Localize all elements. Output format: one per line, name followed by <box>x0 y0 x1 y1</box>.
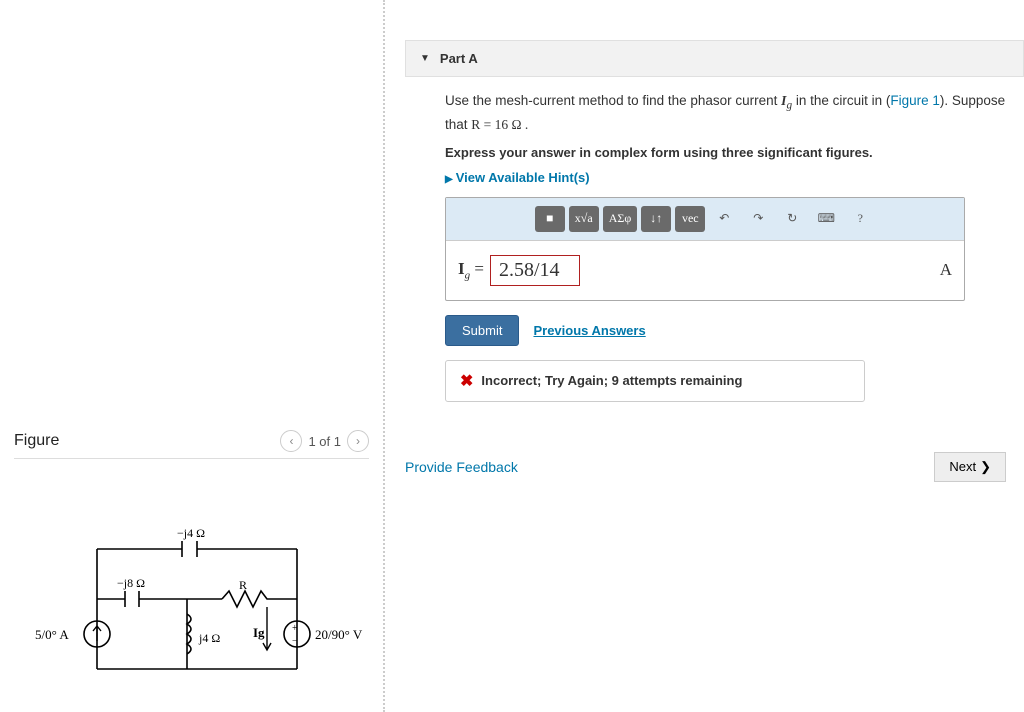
part-header[interactable]: ▼ Part A <box>405 40 1024 77</box>
label-top-cap: −j4 Ω <box>177 526 205 540</box>
figure-header: Figure ‹ 1 of 1 › <box>14 430 369 459</box>
provide-feedback-link[interactable]: Provide Feedback <box>405 459 518 475</box>
next-button[interactable]: Next ❯ <box>934 452 1006 482</box>
submit-row: Submit Previous Answers <box>445 315 1024 346</box>
caret-down-icon: ▼ <box>420 53 430 64</box>
feedback-box: ✖ Incorrect; Try Again; 9 attempts remai… <box>445 360 865 402</box>
label-src-right: 20/90° V <box>315 627 363 642</box>
previous-answers-link[interactable]: Previous Answers <box>533 323 645 338</box>
footer-row: Provide Feedback Next ❯ <box>405 452 1024 482</box>
answer-toolbar: ■ x√a ΑΣφ ↓↑ vec ↶ ↷ ↻ ⌨ ? <box>446 198 964 241</box>
answer-line: Ig = 2.58/14 A <box>446 241 964 300</box>
label-left-cap: −j8 Ω <box>117 576 145 590</box>
prompt-text: Use the mesh-current method to find the … <box>445 91 1024 135</box>
tool-redo[interactable]: ↷ <box>743 206 773 232</box>
triangle-right-icon: ▶ <box>445 174 453 185</box>
figure-link[interactable]: Figure 1 <box>890 93 940 108</box>
circuit-diagram: + − −j4 Ω −j8 Ω R j4 Ω Ig 5/0° A 20/90° … <box>14 519 369 702</box>
figure-pager: ‹ 1 of 1 › <box>280 430 369 452</box>
tool-radical[interactable]: x√a <box>569 206 599 232</box>
svg-text:−: − <box>292 636 298 647</box>
tool-subscript[interactable]: ↓↑ <box>641 206 671 232</box>
svg-text:+: + <box>292 623 298 634</box>
pager-text: 1 of 1 <box>308 434 341 449</box>
tool-keyboard[interactable]: ⌨ <box>811 206 841 232</box>
figure-title: Figure <box>14 432 59 450</box>
tool-undo[interactable]: ↶ <box>709 206 739 232</box>
answer-input[interactable]: 2.58/14 <box>490 255 580 286</box>
tool-help[interactable]: ? <box>845 206 875 232</box>
tool-vector[interactable]: vec <box>675 206 705 232</box>
label-inductor: j4 Ω <box>198 631 220 645</box>
pager-prev[interactable]: ‹ <box>280 430 302 452</box>
submit-button[interactable]: Submit <box>445 315 519 346</box>
label-ig: Ig <box>253 625 265 640</box>
answer-variable: Ig = <box>458 259 484 281</box>
part-title: Part A <box>440 51 478 66</box>
instruction-text: Express your answer in complex form usin… <box>445 145 1024 160</box>
answer-box: ■ x√a ΑΣφ ↓↑ vec ↶ ↷ ↻ ⌨ ? Ig = 2.58/14 … <box>445 197 965 301</box>
tool-templates[interactable]: ■ <box>535 206 565 232</box>
chevron-right-icon: ❯ <box>980 459 991 475</box>
hints-toggle[interactable]: ▶View Available Hint(s) <box>445 170 1024 185</box>
label-src-left: 5/0° A <box>35 627 69 642</box>
answer-unit: A <box>940 260 952 280</box>
label-resistor: R <box>239 578 247 592</box>
tool-greek[interactable]: ΑΣφ <box>603 206 638 232</box>
pager-next[interactable]: › <box>347 430 369 452</box>
incorrect-icon: ✖ <box>460 371 473 391</box>
feedback-text: Incorrect; Try Again; 9 attempts remaini… <box>481 373 742 388</box>
left-pane: Figure ‹ 1 of 1 › <box>0 0 385 712</box>
right-pane: ▼ Part A Use the mesh-current method to … <box>385 0 1024 712</box>
tool-reset[interactable]: ↻ <box>777 206 807 232</box>
